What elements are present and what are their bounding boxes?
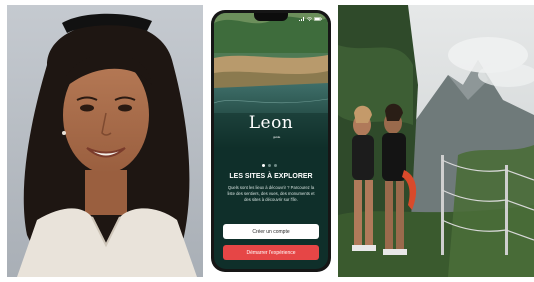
- hikers-photo: [338, 5, 534, 277]
- pager-dot-active[interactable]: [262, 164, 265, 167]
- onboarding-headline: LES SITES À EXPLORER: [229, 173, 313, 180]
- app-logo-subtext: guide: [273, 135, 281, 139]
- wifi-icon: [307, 17, 312, 21]
- status-icons: [299, 17, 322, 21]
- start-experience-button[interactable]: Démarrer l'expérience: [223, 245, 319, 260]
- phone-frame: Leon guide LES SITES À EXPLORER Quels so…: [211, 10, 331, 272]
- portrait-photo: [7, 5, 203, 277]
- create-account-button[interactable]: Créer un compte: [223, 224, 319, 239]
- pager-dot[interactable]: [268, 164, 271, 167]
- battery-icon: [314, 17, 322, 21]
- phone-mockup: Leon guide LES SITES À EXPLORER Quels so…: [207, 5, 335, 277]
- pager-dot[interactable]: [274, 164, 277, 167]
- phone-notch: [254, 13, 288, 21]
- pager-indicator: [262, 164, 277, 167]
- app-logo: Leon: [248, 113, 294, 133]
- app-screen: Leon guide LES SITES À EXPLORER Quels so…: [214, 13, 328, 269]
- signal-icon: [299, 17, 304, 21]
- onboarding-description: Quels sont les lieux à découvrir ? Parco…: [227, 185, 315, 202]
